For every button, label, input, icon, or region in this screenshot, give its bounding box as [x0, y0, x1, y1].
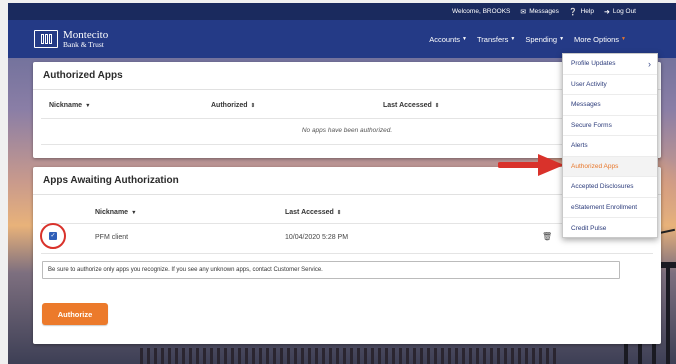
column-header-nickname[interactable]: Nickname ▼ [49, 102, 91, 109]
nav-more-options[interactable]: More Options ▼ [574, 35, 626, 44]
nav-spending-label: Spending [525, 34, 558, 44]
menu-item-secure-forms[interactable]: Secure Forms [563, 116, 657, 136]
table-divider [41, 253, 653, 254]
menu-item-label: Profile Updates [571, 60, 616, 68]
annotation-circle: ✓ [40, 223, 66, 249]
annotation-arrow [498, 154, 564, 176]
messages-label: Messages [529, 8, 559, 15]
menu-item-credit-pulse[interactable]: Credit Pulse [563, 218, 657, 239]
row-nickname: PFM client [95, 234, 129, 241]
bank-logo[interactable]: Montecito Bank & Trust [34, 29, 108, 49]
row-last-accessed: 10/04/2020 5:28 PM [285, 234, 349, 241]
utility-bar: Welcome, BROOKS ✉ Messages ❔ Help ➜ Log … [8, 3, 676, 20]
menu-item-label: Credit Pulse [571, 224, 607, 232]
column-header-nickname-label: Nickname [95, 209, 129, 216]
authorization-notice: Be sure to authorize only apps you recog… [42, 261, 620, 279]
background-fence [140, 348, 560, 364]
help-link[interactable]: ❔ Help [569, 8, 594, 16]
envelope-icon: ✉ [520, 8, 527, 16]
menu-item-user-activity[interactable]: User Activity [563, 75, 657, 95]
menu-item-label: eStatement Enrollment [571, 203, 638, 211]
menu-item-accepted-disclosures[interactable]: Accepted Disclosures [563, 177, 657, 198]
authorize-button[interactable]: Authorize [42, 303, 108, 325]
welcome-text: Welcome, BROOKS [451, 8, 511, 15]
column-header-nickname-label: Nickname [49, 102, 83, 109]
menu-item-messages[interactable]: Messages [563, 95, 657, 116]
chevron-down-icon: ▼ [462, 36, 467, 42]
column-header-authorized[interactable]: Authorized ⇕ [211, 102, 255, 109]
nav-accounts[interactable]: Accounts ▼ [429, 35, 467, 44]
column-header-last-accessed[interactable]: Last Accessed ⇕ [285, 209, 341, 216]
menu-item-profile-updates[interactable]: Profile Updates › [563, 54, 657, 75]
menu-item-label: Authorized Apps [571, 162, 619, 170]
bank-logo-icon [34, 30, 58, 48]
column-header-last-accessed[interactable]: Last Accessed ⇕ [383, 102, 439, 109]
column-header-authorized-label: Authorized [211, 102, 248, 109]
question-circle-icon: ❔ [568, 8, 578, 16]
sort-icon: ⇕ [336, 210, 342, 216]
menu-item-authorized-apps[interactable]: Authorized Apps [563, 156, 657, 177]
nav-transfers[interactable]: Transfers ▼ [477, 35, 515, 44]
logout-arrow-icon: ➜ [603, 8, 610, 16]
sort-desc-icon: ▼ [85, 103, 91, 109]
nav-transfers-label: Transfers [477, 34, 509, 44]
chevron-down-icon: ▼ [621, 36, 626, 42]
menu-item-label: Alerts [571, 142, 588, 150]
menu-item-label: Messages [571, 101, 601, 109]
sort-desc-icon: ▼ [131, 210, 137, 216]
nav-accounts-label: Accounts [429, 34, 461, 44]
chevron-down-icon: ▼ [510, 36, 516, 42]
menu-item-label: User Activity [571, 80, 607, 88]
menu-item-label: Secure Forms [571, 121, 612, 129]
column-header-last-accessed-label: Last Accessed [383, 102, 432, 109]
help-label: Help [580, 8, 594, 15]
logout-label: Log Out [612, 8, 636, 15]
column-header-last-accessed-label: Last Accessed [285, 209, 334, 216]
brand-line2: Bank & Trust [63, 39, 104, 49]
column-header-nickname[interactable]: Nickname ▼ [95, 209, 137, 216]
window-frame [0, 0, 8, 364]
messages-link[interactable]: ✉ Messages [520, 8, 559, 16]
sort-icon: ⇕ [434, 103, 440, 109]
chevron-down-icon: ▼ [559, 36, 565, 42]
menu-item-estatement-enrollment[interactable]: eStatement Enrollment [563, 198, 657, 218]
nav-more-options-label: More Options [574, 34, 620, 44]
trash-icon[interactable]: 🗑 [542, 232, 552, 241]
sort-icon: ⇕ [250, 103, 256, 109]
logout-link[interactable]: ➜ Log Out [604, 8, 636, 16]
nav-spending[interactable]: Spending ▼ [525, 35, 564, 44]
chevron-right-icon: › [648, 58, 651, 69]
menu-item-label: Accepted Disclosures [571, 183, 634, 191]
menu-item-alerts[interactable]: Alerts [563, 136, 657, 157]
more-options-dropdown: Profile Updates › User Activity Messages… [562, 53, 658, 238]
row-select-checkbox[interactable]: ✓ [49, 232, 57, 240]
